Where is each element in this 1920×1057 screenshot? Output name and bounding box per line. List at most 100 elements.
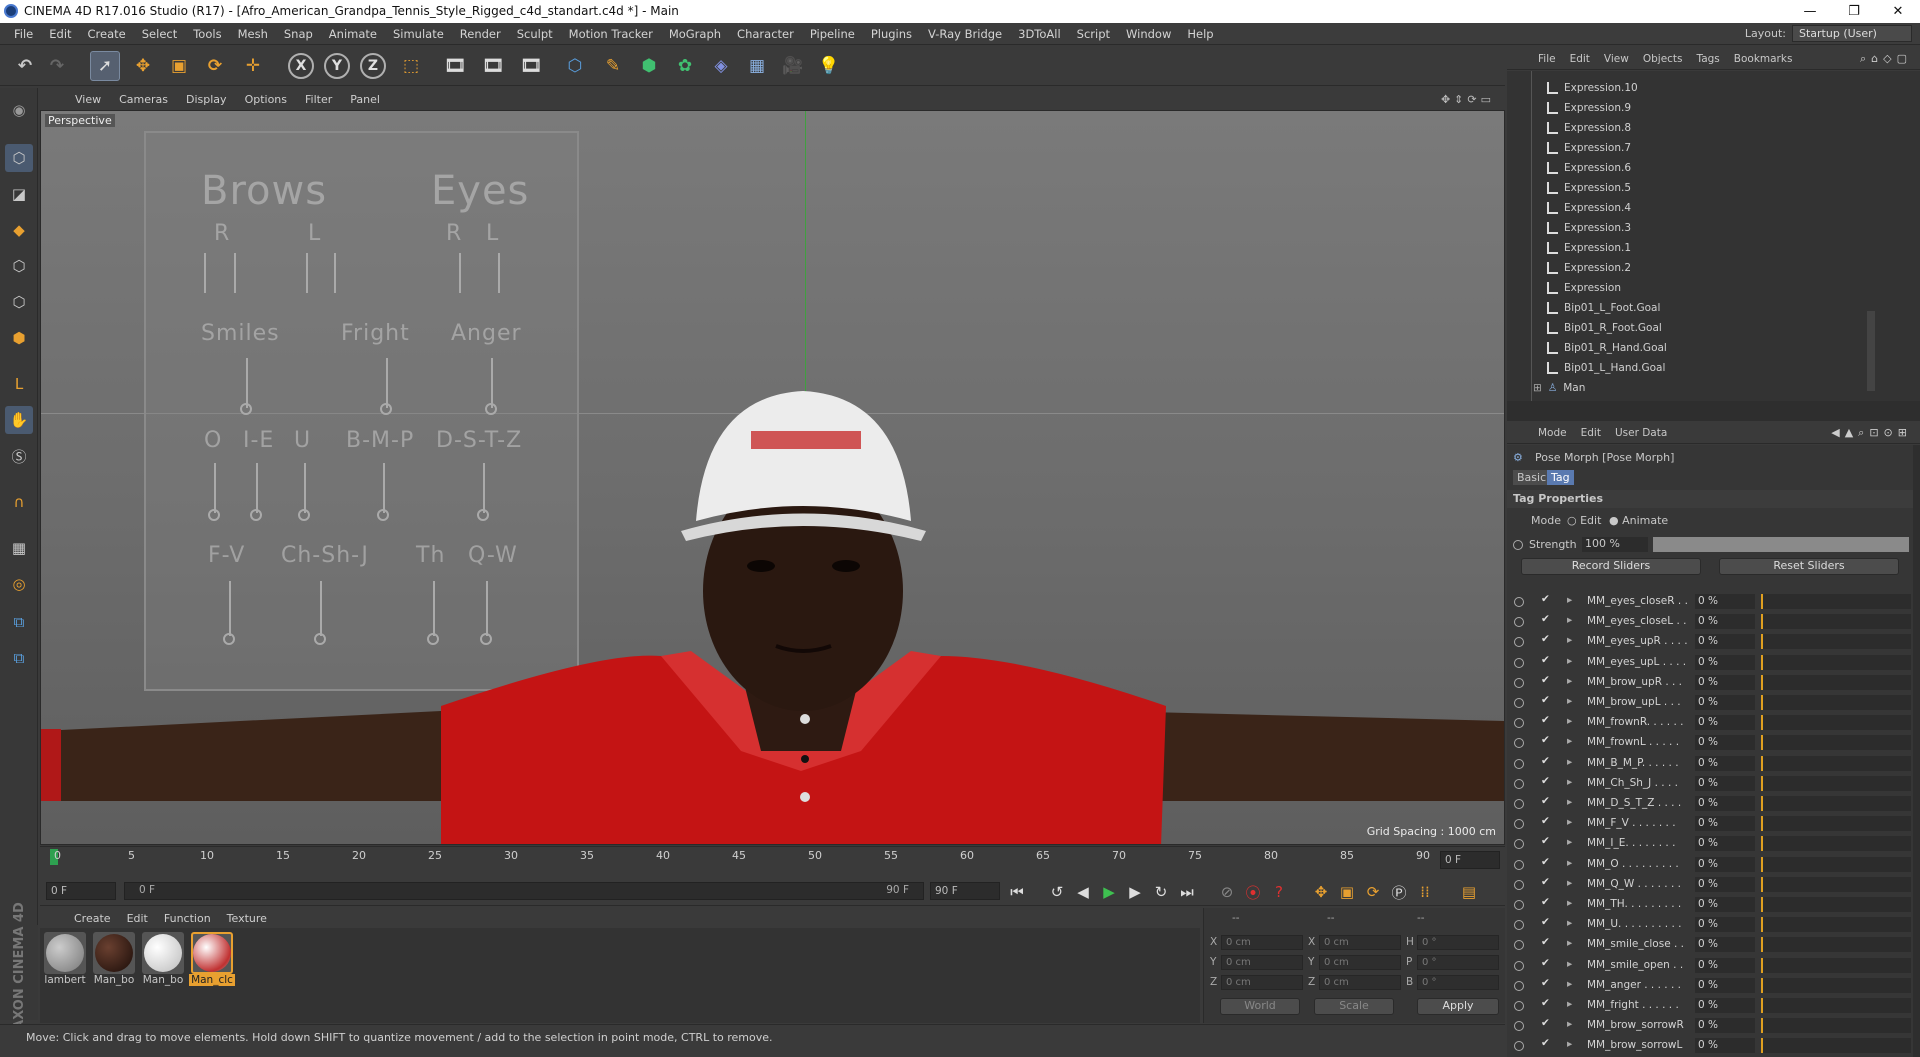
morph-expand-icon[interactable]: ▸ — [1567, 634, 1572, 646]
key-pla-icon[interactable]: ⁞⁞ — [1414, 881, 1436, 903]
end-frame-field[interactable]: 90 F — [930, 882, 1000, 900]
object-menu-tags[interactable]: Tags — [1690, 53, 1727, 65]
morph-value-field[interactable]: 0 % — [1695, 1038, 1755, 1054]
morph-value-slider[interactable] — [1761, 917, 1911, 933]
morph-expand-icon[interactable]: ▸ — [1567, 675, 1572, 687]
grid-icon[interactable]: ▦ — [5, 534, 33, 562]
mode-edit-radio[interactable]: ○ Edit — [1567, 514, 1601, 527]
morph-expand-icon[interactable]: ▸ — [1567, 857, 1572, 869]
morph-animate-dot-icon[interactable] — [1514, 839, 1524, 850]
morph-value-slider[interactable] — [1761, 674, 1911, 690]
morph-animate-dot-icon[interactable] — [1514, 1001, 1524, 1011]
workplane-mode-icon[interactable]: ◆ — [5, 216, 33, 244]
morph-enabled-checkmark-icon[interactable]: ✔ — [1541, 977, 1550, 989]
rotate-tool-icon[interactable]: ⟳ — [200, 51, 230, 81]
subdivision-icon[interactable]: ⬢ — [634, 51, 664, 81]
menu-render[interactable]: Render — [452, 27, 509, 41]
character-model[interactable] — [41, 111, 1505, 845]
material-swatch-selected[interactable]: Man_clc — [189, 932, 235, 986]
morph-expand-icon[interactable]: ▸ — [1567, 917, 1572, 929]
morph-value-field[interactable]: 0 % — [1695, 695, 1755, 710]
morph-enabled-checkmark-icon[interactable]: ✔ — [1541, 815, 1550, 827]
timeline-ruler[interactable]: 0 5 10 15 20 25 30 35 40 45 50 55 60 65 … — [40, 846, 1505, 874]
morph-value-field[interactable]: 0 % — [1695, 977, 1755, 993]
morph-value-field[interactable]: 0 % — [1695, 594, 1755, 609]
undo-icon[interactable]: ↶ — [10, 51, 40, 81]
start-frame-field[interactable]: 0 F — [46, 882, 116, 900]
morph-row[interactable]: ✔ ▸ MM_D_S_T_Z . . . . 0 % — [1507, 795, 1920, 813]
morph-enabled-checkmark-icon[interactable]: ✔ — [1541, 694, 1550, 706]
morph-animate-dot-icon[interactable] — [1514, 799, 1524, 809]
previous-key-icon[interactable]: ↺ — [1046, 881, 1068, 903]
menu-motion-tracker[interactable]: Motion Tracker — [561, 27, 661, 41]
reset-sliders-button[interactable]: Reset Sliders — [1719, 558, 1899, 575]
strength-field[interactable]: 100 % — [1582, 537, 1648, 552]
goto-end-icon[interactable]: ⏭ — [1176, 881, 1198, 903]
morph-expand-icon[interactable]: ▸ — [1567, 1018, 1572, 1030]
menu-animate[interactable]: Animate — [321, 27, 385, 41]
play-icon[interactable]: ▶ — [1098, 881, 1120, 903]
morph-value-field[interactable]: 0 % — [1695, 856, 1755, 872]
morph-row[interactable]: ✔ ▸ MM_TH. . . . . . . . . 0 % — [1507, 896, 1920, 914]
model-mode-icon[interactable]: ⬡ — [5, 144, 33, 172]
morph-expand-icon[interactable]: ▸ — [1567, 998, 1572, 1010]
morph-row[interactable]: ✔ ▸ MM_frownR. . . . . . 0 % — [1507, 714, 1920, 732]
menu-3dtoall[interactable]: 3DToAll — [1010, 27, 1069, 41]
coordinate-system-icon[interactable]: ⬚ — [396, 51, 426, 81]
morph-expand-icon[interactable]: ▸ — [1567, 1038, 1572, 1050]
material-swatch[interactable]: lambert — [42, 932, 88, 986]
morph-enabled-checkmark-icon[interactable]: ✔ — [1541, 916, 1550, 928]
coordinate-space-dropdown[interactable]: World — [1220, 998, 1300, 1015]
morph-row[interactable]: ✔ ▸ MM_O . . . . . . . . . 0 % — [1507, 856, 1920, 874]
morph-expand-icon[interactable]: ▸ — [1567, 937, 1572, 949]
morph-row[interactable]: ✔ ▸ MM_frownL . . . . . 0 % — [1507, 734, 1920, 752]
morph-enabled-checkmark-icon[interactable]: ✔ — [1541, 1037, 1550, 1049]
autokey-icon[interactable]: ⦿ — [1242, 881, 1264, 903]
snap-icon[interactable]: Ⓢ — [5, 442, 33, 470]
morph-row[interactable]: ✔ ▸ MM_smile_close . . 0 % — [1507, 936, 1920, 954]
transform-tool-icon[interactable]: ✛ — [238, 51, 268, 81]
morph-expand-icon[interactable]: ▸ — [1567, 796, 1572, 808]
polygons-mode-icon[interactable]: ⬢ — [5, 324, 33, 352]
morph-expand-icon[interactable]: ▸ — [1567, 978, 1572, 990]
next-key-icon[interactable]: ↻ — [1150, 881, 1172, 903]
morph-value-field[interactable]: 0 % — [1695, 937, 1755, 953]
rotation-h-field[interactable]: 0 ° — [1417, 935, 1499, 950]
object-item[interactable]: Expression.6 — [1547, 160, 1631, 176]
z-axis-lock-button[interactable]: Z — [360, 53, 386, 79]
scale-tool-icon[interactable]: ▣ — [164, 51, 194, 81]
morph-value-slider[interactable] — [1761, 755, 1911, 771]
morph-value-slider[interactable] — [1761, 634, 1911, 650]
morph-value-slider[interactable] — [1761, 957, 1911, 973]
size-x-field[interactable]: 0 cm — [1319, 935, 1401, 950]
morph-enabled-checkmark-icon[interactable]: ✔ — [1541, 957, 1550, 969]
morph-value-slider[interactable] — [1761, 1018, 1911, 1034]
tab-tag[interactable]: Tag — [1547, 470, 1574, 485]
object-menu-file[interactable]: File — [1531, 53, 1563, 65]
points-mode-icon[interactable]: ⬡ — [5, 252, 33, 280]
material-swatch[interactable]: Man_bo — [91, 932, 137, 986]
solo-icon[interactable]: ◎ — [5, 570, 33, 598]
morph-animate-dot-icon[interactable] — [1514, 778, 1524, 789]
menu-script[interactable]: Script — [1069, 27, 1118, 41]
previous-frame-icon[interactable]: ◀ — [1072, 881, 1094, 903]
morph-expand-icon[interactable]: ▸ — [1567, 715, 1572, 727]
morph-value-field[interactable]: 0 % — [1695, 796, 1755, 811]
morph-enabled-checkmark-icon[interactable]: ✔ — [1541, 734, 1550, 746]
next-frame-icon[interactable]: ▶ — [1124, 881, 1146, 903]
mode-animate-radio[interactable]: ● Animate — [1609, 514, 1668, 527]
morph-row[interactable]: ✔ ▸ MM_eyes_closeR . . 0 % — [1507, 593, 1920, 611]
redo-icon[interactable]: ↷ — [42, 51, 72, 81]
morph-enabled-checkmark-icon[interactable]: ✔ — [1541, 674, 1550, 686]
morph-enabled-checkmark-icon[interactable]: ✔ — [1541, 856, 1550, 868]
menu-vray-bridge[interactable]: V-Ray Bridge — [920, 27, 1010, 41]
morph-enabled-checkmark-icon[interactable]: ✔ — [1541, 654, 1550, 666]
morph-animate-dot-icon[interactable] — [1514, 758, 1524, 769]
viewport-nav-icons[interactable]: ✥⇕⟳▭ — [1441, 93, 1495, 106]
morph-row[interactable]: ✔ ▸ MM_smile_open . . 0 % — [1507, 957, 1920, 975]
texture-mode-icon[interactable]: ◪ — [5, 180, 33, 208]
morph-expand-icon[interactable]: ▸ — [1567, 594, 1572, 606]
python-icon[interactable]: ⧉ — [5, 608, 33, 636]
morph-value-slider[interactable] — [1761, 876, 1911, 892]
tweak-mode-icon[interactable]: ✋ — [5, 406, 33, 434]
